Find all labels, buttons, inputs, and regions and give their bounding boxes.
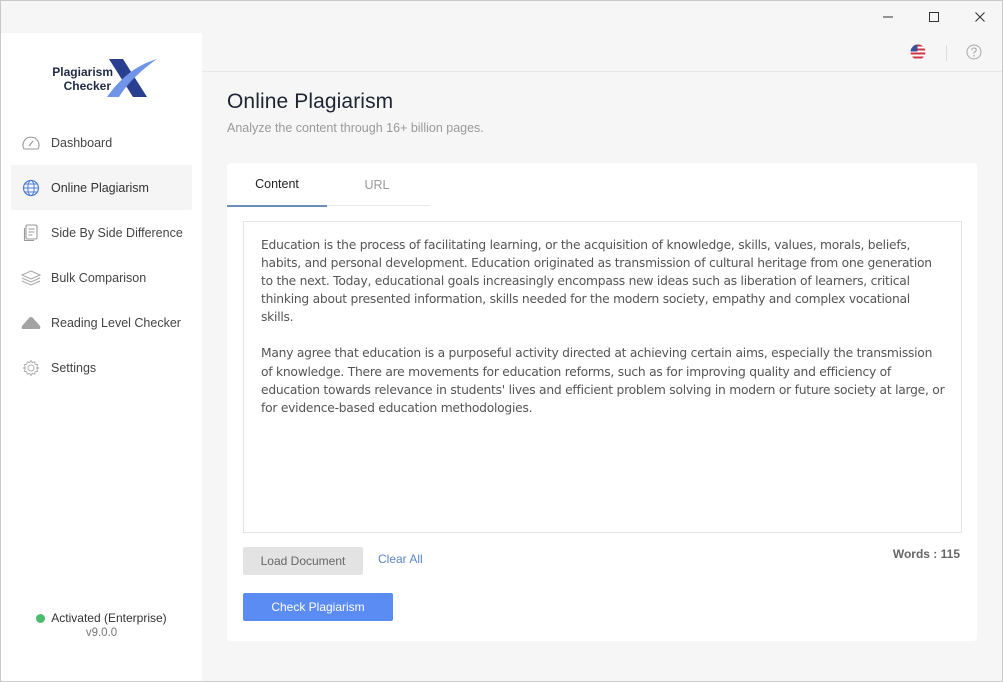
globe-icon: [21, 178, 41, 198]
minimize-icon: [883, 16, 893, 18]
sidebar-item-label: Settings: [51, 360, 97, 375]
title-bar: [1, 1, 1002, 33]
sidebar-item-bulk-comparison[interactable]: Bulk Comparison: [11, 255, 192, 300]
maximize-button[interactable]: [911, 1, 957, 33]
app-window: Plagiarism Checker Dashboard Online Plag…: [0, 0, 1003, 682]
content-paragraph: Education is the process of facilitating…: [261, 238, 932, 325]
language-selector[interactable]: [910, 44, 926, 60]
version-text: v9.0.0: [85, 627, 118, 639]
content-card: Content URL Education is the process of …: [227, 163, 977, 641]
main-content: Online Plagiarism Analyze the content th…: [202, 73, 1002, 681]
minimize-button[interactable]: [865, 1, 911, 33]
content-paragraph: Many agree that education is a purposefu…: [261, 346, 945, 415]
layers-icon: [21, 268, 41, 288]
help-icon: [966, 44, 982, 60]
sidebar-item-label: Bulk Comparison: [51, 270, 147, 285]
page-subtitle: Analyze the content through 16+ billion …: [227, 121, 484, 135]
tab-url[interactable]: URL: [327, 163, 427, 206]
cloud-icon: [21, 313, 41, 333]
gauge-icon: [21, 133, 41, 153]
content-textarea[interactable]: Education is the process of facilitating…: [243, 221, 962, 533]
us-flag-icon: [910, 44, 926, 60]
sidebar-item-label: Online Plagiarism: [51, 180, 149, 195]
tab-content[interactable]: Content: [227, 163, 327, 207]
check-plagiarism-button[interactable]: Check Plagiarism: [243, 593, 393, 621]
status-indicator-icon: [36, 613, 46, 623]
page-title: Online Plagiarism: [227, 90, 394, 113]
sidebar-item-side-by-side-difference[interactable]: Side By Side Difference: [11, 210, 192, 255]
activation-text: Activated (Enterprise): [51, 611, 167, 625]
close-button[interactable]: [957, 1, 1002, 33]
logo-x-mark-icon: [107, 59, 157, 97]
sidebar-item-settings[interactable]: Settings: [11, 345, 192, 390]
help-button[interactable]: [966, 44, 982, 60]
sidebar: Plagiarism Checker Dashboard Online Plag…: [1, 33, 202, 681]
sidebar-item-label: Side By Side Difference: [51, 225, 183, 240]
topbar-divider: [946, 45, 947, 61]
sidebar-item-dashboard[interactable]: Dashboard: [11, 120, 192, 165]
tab-bar: Content URL: [227, 163, 429, 207]
sidebar-item-label: Dashboard: [51, 135, 113, 150]
gear-icon: [21, 358, 41, 378]
activation-status: Activated (Enterprise) v9.0.0: [1, 611, 202, 639]
sidebar-item-label: Reading Level Checker: [51, 315, 181, 330]
maximize-icon: [929, 12, 939, 22]
load-document-button[interactable]: Load Document: [243, 547, 363, 575]
document-icon: [21, 223, 41, 243]
word-count: Words : 115: [892, 547, 960, 561]
top-bar: [202, 33, 1002, 72]
sidebar-item-reading-level-checker[interactable]: Reading Level Checker: [11, 300, 192, 345]
close-icon: [975, 12, 985, 22]
app-logo: Plagiarism Checker: [45, 55, 165, 101]
clear-all-link[interactable]: Clear All: [378, 552, 423, 566]
sidebar-item-online-plagiarism[interactable]: Online Plagiarism: [11, 165, 192, 210]
sidebar-nav: Dashboard Online Plagiarism Side By Side…: [11, 120, 192, 390]
